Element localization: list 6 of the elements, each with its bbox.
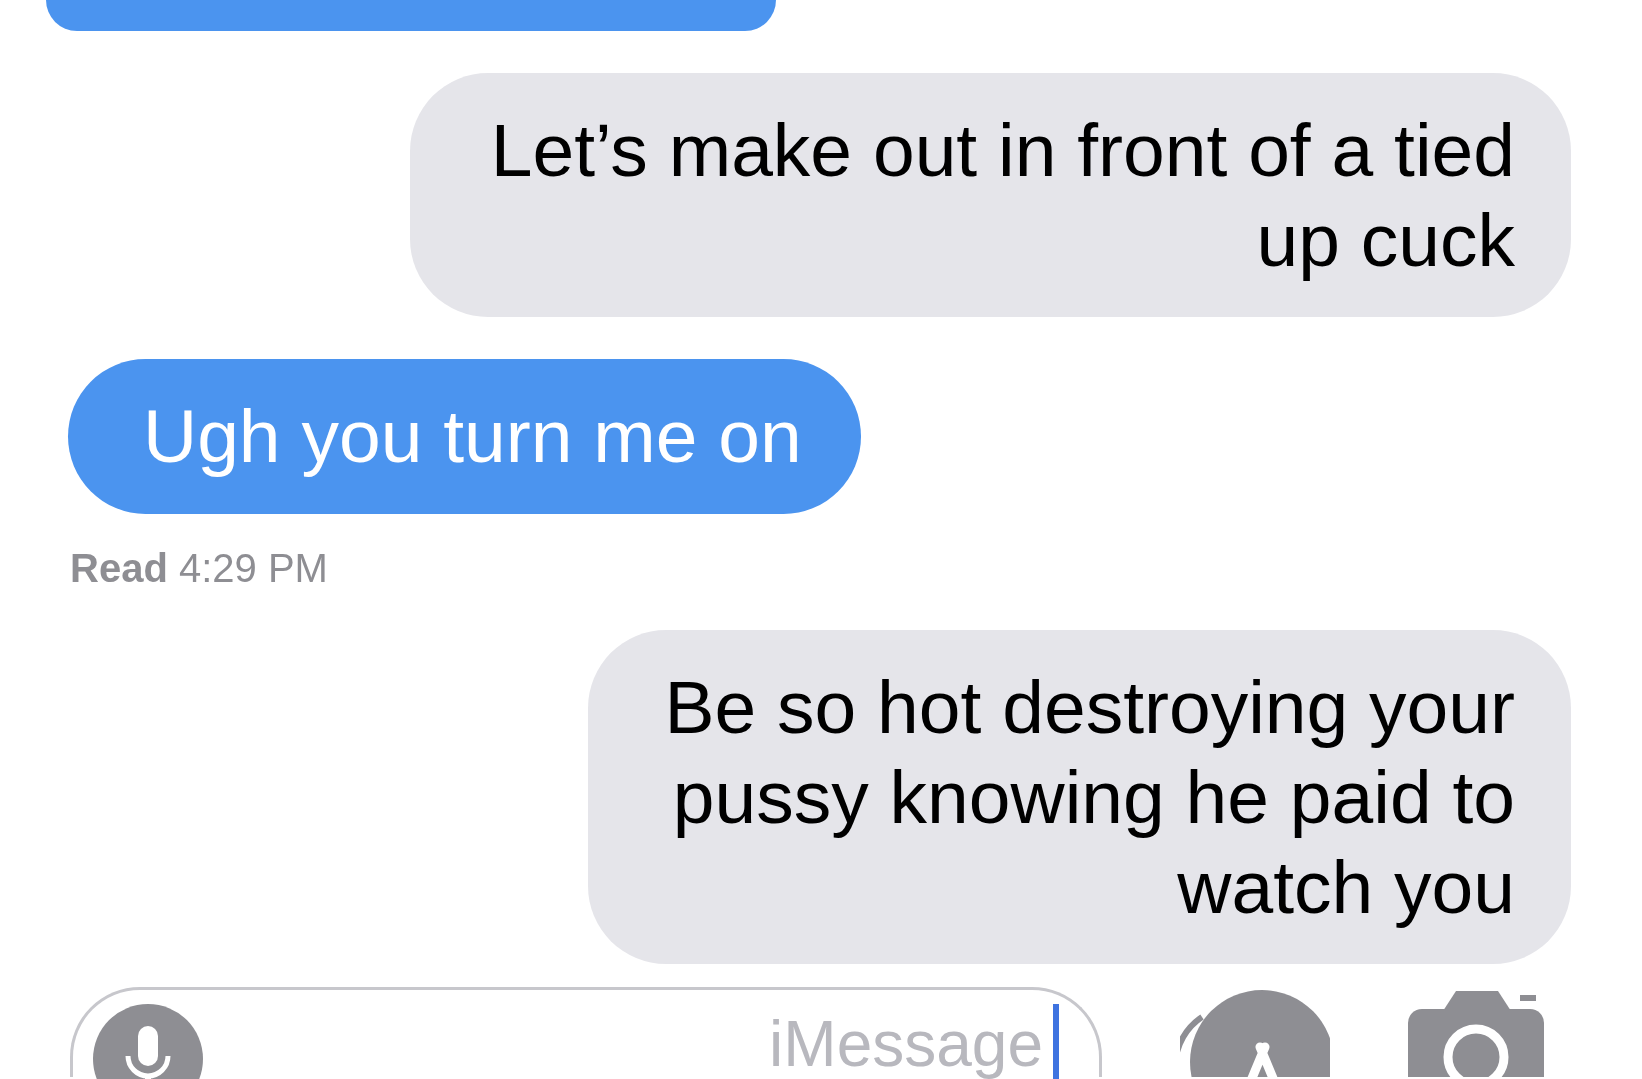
read-receipt: Read 4:29 PM [70,546,329,590]
message-bubble: Let’s make out in front of a tied up cuck [410,73,1571,317]
message-bubble: Ugh you turn me on [68,359,861,514]
microphone-icon[interactable] [93,1004,203,1079]
app-store-icon[interactable] [1180,987,1330,1077]
message-bubble: Be so hot destroying your pussy knowing he paid to watch you [588,630,1571,964]
